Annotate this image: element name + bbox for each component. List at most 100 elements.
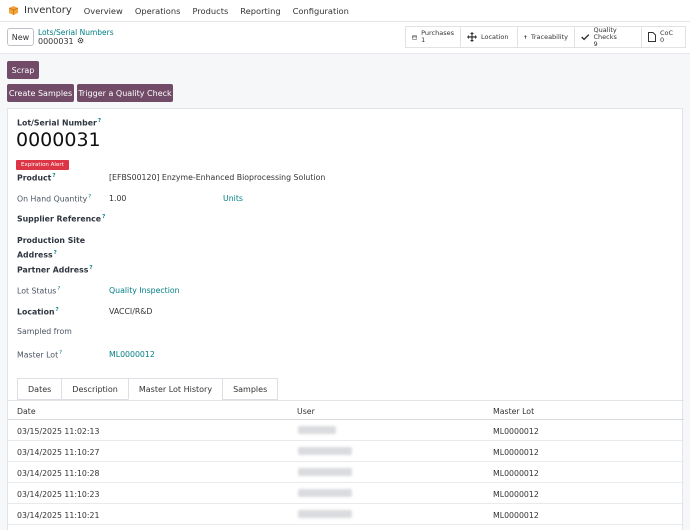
column-user[interactable]: User (297, 407, 315, 416)
help-icon[interactable]: ? (52, 173, 55, 179)
supplier-reference-label-text: Supplier Reference (17, 214, 102, 224)
quality-checks-smart-button[interactable]: Quality Checks 9 (574, 26, 642, 48)
purchases-label: Purchases (421, 29, 454, 37)
column-master-lot[interactable]: Master Lot (493, 407, 534, 416)
purchases-count: 1 (421, 36, 426, 44)
redacted-user (298, 489, 352, 497)
product-field[interactable]: [EFBS00120] Enzyme-Enhanced Bioprocessin… (109, 173, 325, 182)
lot-status-label: Lot Status? (17, 286, 60, 296)
partner-address-label: Partner Address? (17, 265, 93, 275)
move-arrows-icon (467, 32, 477, 42)
table-row[interactable]: 03/15/2025 11:02:13 ML0000012 (8, 420, 684, 441)
arrow-up-icon (524, 35, 527, 39)
tab-samples[interactable]: Samples (222, 378, 279, 400)
trigger-quality-check-button[interactable]: Trigger a Quality Check (77, 84, 173, 102)
master-lot-link[interactable]: ML0000012 (109, 350, 155, 359)
production-site-label-line2: Address (17, 250, 53, 260)
row-date: 03/14/2025 11:10:21 (17, 511, 100, 520)
table-row[interactable]: 03/14/2025 11:10:23 ML0000012 (8, 483, 684, 504)
row-master-lot: ML0000012 (493, 448, 539, 457)
gear-icon[interactable] (77, 37, 84, 46)
redacted-user (298, 510, 352, 518)
credit-card-icon (412, 34, 418, 40)
sampled-from-label: Sampled from (17, 327, 72, 336)
row-date: 03/15/2025 11:02:13 (17, 427, 100, 436)
help-icon[interactable]: ? (57, 286, 60, 292)
redacted-user (298, 426, 336, 434)
on-hand-label-text: On Hand Quantity (17, 194, 88, 204)
tab-master-lot-history[interactable]: Master Lot History (127, 378, 224, 400)
menu-products[interactable]: Products (192, 6, 228, 16)
breadcrumb-parent[interactable]: Lots/Serial Numbers (38, 28, 114, 37)
on-hand-label: On Hand Quantity? (17, 194, 91, 204)
notebook-tabs: Dates Description Master Lot History Sam… (17, 378, 279, 400)
location-label: Location? (17, 307, 59, 317)
on-hand-value: 1.00 (109, 194, 127, 203)
menu-reporting[interactable]: Reporting (240, 6, 280, 16)
row-date: 03/14/2025 11:10:23 (17, 490, 100, 499)
help-icon[interactable]: ? (88, 194, 91, 200)
create-samples-button[interactable]: Create Samples (7, 84, 74, 102)
redacted-user (298, 468, 352, 476)
app-name[interactable]: Inventory (24, 5, 72, 16)
product-label-text: Product (17, 173, 52, 183)
help-icon[interactable]: ? (54, 250, 57, 256)
traceability-label: Traceability (530, 33, 568, 41)
inventory-app-icon[interactable] (8, 5, 19, 16)
table-row[interactable]: 03/14/2025 11:10:27 ML0000012 (8, 441, 684, 462)
help-icon[interactable]: ? (98, 118, 101, 124)
new-button[interactable]: New (7, 28, 34, 46)
control-panel: New Lots/Serial Numbers 0000031 Purchase… (0, 22, 690, 54)
row-master-lot: ML0000012 (493, 490, 539, 499)
help-icon[interactable]: ? (102, 214, 105, 220)
on-hand-unit-link[interactable]: Units (223, 194, 243, 203)
breadcrumb-current-label: 0000031 (38, 37, 74, 46)
row-master-lot: ML0000012 (493, 427, 539, 436)
menu-overview[interactable]: Overview (84, 6, 123, 16)
location-field[interactable]: VACCI/R&D (109, 307, 152, 316)
traceability-smart-button[interactable]: Traceability (517, 26, 575, 48)
coc-smart-button[interactable]: CoC 0 (641, 26, 686, 48)
location-label-text: Location (17, 307, 55, 317)
master-lot-history-table: Date User Master Lot 03/15/2025 11:02:13… (8, 400, 684, 525)
row-master-lot: ML0000012 (493, 469, 539, 478)
help-icon[interactable]: ? (89, 265, 92, 271)
form-sheet: Lot/Serial Number? 0000031 Expiration Al… (7, 108, 684, 530)
purchases-smart-button[interactable]: Purchases 1 (405, 26, 461, 48)
lot-number-label-text: Lot/Serial Number (17, 118, 97, 128)
help-icon[interactable]: ? (59, 350, 62, 356)
row-date: 03/14/2025 11:10:28 (17, 469, 100, 478)
production-site-label: Production Site Address? (17, 235, 85, 262)
document-icon (648, 32, 656, 42)
coc-count: 0 (660, 36, 665, 44)
quality-checks-count: 9 (593, 39, 598, 48)
location-smart-button[interactable]: Location (460, 26, 518, 48)
supplier-reference-label: Supplier Reference? (17, 214, 105, 224)
tab-dates[interactable]: Dates (17, 378, 63, 400)
smart-buttons: Purchases 1 Location Traceability Quality… (405, 26, 686, 48)
table-header: Date User Master Lot (8, 400, 684, 420)
lot-status-link[interactable]: Quality Inspection (109, 286, 180, 295)
scrap-button[interactable]: Scrap (7, 61, 39, 79)
expiration-alert-badge: Expiration Alert (16, 160, 69, 170)
menu-configuration[interactable]: Configuration (293, 6, 349, 16)
column-date[interactable]: Date (17, 407, 36, 416)
lot-status-label-text: Lot Status (17, 286, 57, 296)
table-row[interactable]: 03/14/2025 11:10:21 ML0000012 (8, 504, 684, 525)
master-lot-label-text: Master Lot (17, 350, 59, 360)
row-master-lot: ML0000012 (493, 511, 539, 520)
quality-checks-label: Quality Checks (593, 25, 617, 41)
production-site-label-line1: Production Site (17, 236, 85, 245)
location-label: Location (481, 33, 509, 41)
tab-description[interactable]: Description (61, 378, 129, 400)
product-label: Product? (17, 173, 56, 183)
master-lot-label: Master Lot? (17, 350, 62, 360)
redacted-user (298, 447, 352, 455)
menu-operations[interactable]: Operations (135, 6, 181, 16)
table-row[interactable]: 03/14/2025 11:10:28 ML0000012 (8, 462, 684, 483)
top-navbar: Inventory Overview Operations Products R… (0, 0, 690, 22)
lot-number-value[interactable]: 0000031 (16, 129, 101, 151)
lot-number-label: Lot/Serial Number? (17, 118, 101, 128)
check-icon (581, 34, 590, 41)
help-icon[interactable]: ? (56, 307, 59, 313)
